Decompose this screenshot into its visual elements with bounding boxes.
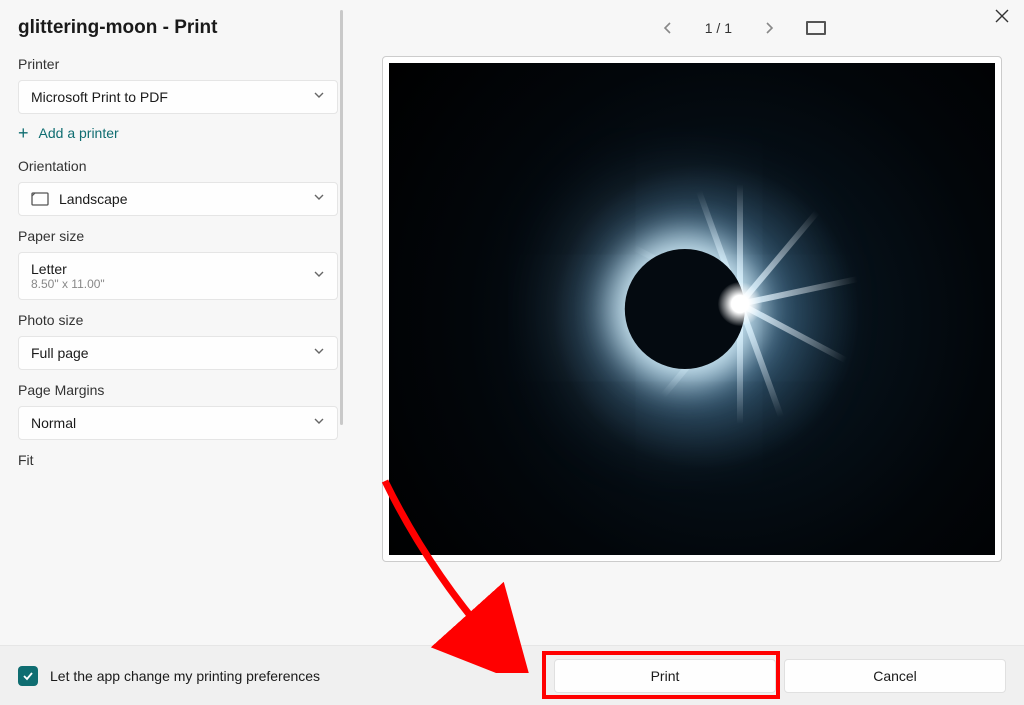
chevron-down-icon	[313, 267, 325, 285]
photo-size-dropdown[interactable]: Full page	[18, 336, 338, 370]
paper-size-dropdown[interactable]: Letter 8.50" x 11.00"	[18, 252, 338, 300]
orientation-label: Orientation	[18, 158, 348, 174]
next-page-button[interactable]	[760, 19, 778, 37]
prev-page-button[interactable]	[659, 19, 677, 37]
add-printer-label: Add a printer	[39, 125, 119, 141]
close-button[interactable]	[990, 4, 1014, 28]
plus-icon: +	[18, 124, 29, 142]
chevron-down-icon	[313, 190, 325, 208]
paper-size-dimensions: 8.50" x 11.00"	[31, 277, 105, 291]
printer-dropdown[interactable]: Microsoft Print to PDF	[18, 80, 338, 114]
printer-label: Printer	[18, 56, 348, 72]
chevron-left-icon	[663, 22, 673, 34]
top-bar: glittering-moon - Print 1 / 1	[0, 0, 1024, 56]
photo-size-selected: Full page	[31, 345, 89, 361]
preferences-checkbox-row[interactable]: Let the app change my printing preferenc…	[18, 666, 320, 686]
page-indicator: 1 / 1	[705, 20, 732, 36]
preferences-checkbox[interactable]	[18, 666, 38, 686]
chevron-down-icon	[313, 344, 325, 362]
chevron-down-icon	[313, 88, 325, 106]
preview-image	[389, 63, 995, 555]
page-margins-dropdown[interactable]: Normal	[18, 406, 338, 440]
photo-size-label: Photo size	[18, 312, 348, 328]
landscape-icon	[31, 192, 49, 206]
footer-bar: Let the app change my printing preferenc…	[0, 645, 1024, 705]
fit-label: Fit	[18, 452, 348, 468]
print-button[interactable]: Print	[554, 659, 776, 693]
preferences-checkbox-label: Let the app change my printing preferenc…	[50, 668, 320, 684]
page-margins-label: Page Margins	[18, 382, 348, 398]
close-icon	[995, 9, 1009, 23]
dialog-title: glittering-moon - Print	[18, 17, 217, 39]
print-preview-frame	[382, 56, 1002, 562]
chevron-down-icon	[313, 414, 325, 432]
cancel-button[interactable]: Cancel	[784, 659, 1006, 693]
print-button-label: Print	[651, 668, 680, 684]
printer-selected: Microsoft Print to PDF	[31, 89, 168, 105]
paper-size-selected: Letter	[31, 261, 67, 277]
page-margins-selected: Normal	[31, 415, 76, 431]
chevron-right-icon	[764, 22, 774, 34]
scrollbar[interactable]	[340, 10, 343, 425]
page-navigator: 1 / 1	[659, 19, 826, 37]
paper-size-label: Paper size	[18, 228, 348, 244]
preview-panel	[356, 56, 1006, 636]
fullscreen-button[interactable]	[806, 21, 826, 35]
cancel-button-label: Cancel	[873, 668, 917, 684]
orientation-dropdown[interactable]: Landscape	[18, 182, 338, 216]
orientation-selected: Landscape	[59, 191, 128, 207]
add-printer-link[interactable]: + Add a printer	[18, 124, 348, 142]
settings-panel: Printer Microsoft Print to PDF + Add a p…	[18, 56, 356, 636]
check-icon	[22, 670, 34, 682]
